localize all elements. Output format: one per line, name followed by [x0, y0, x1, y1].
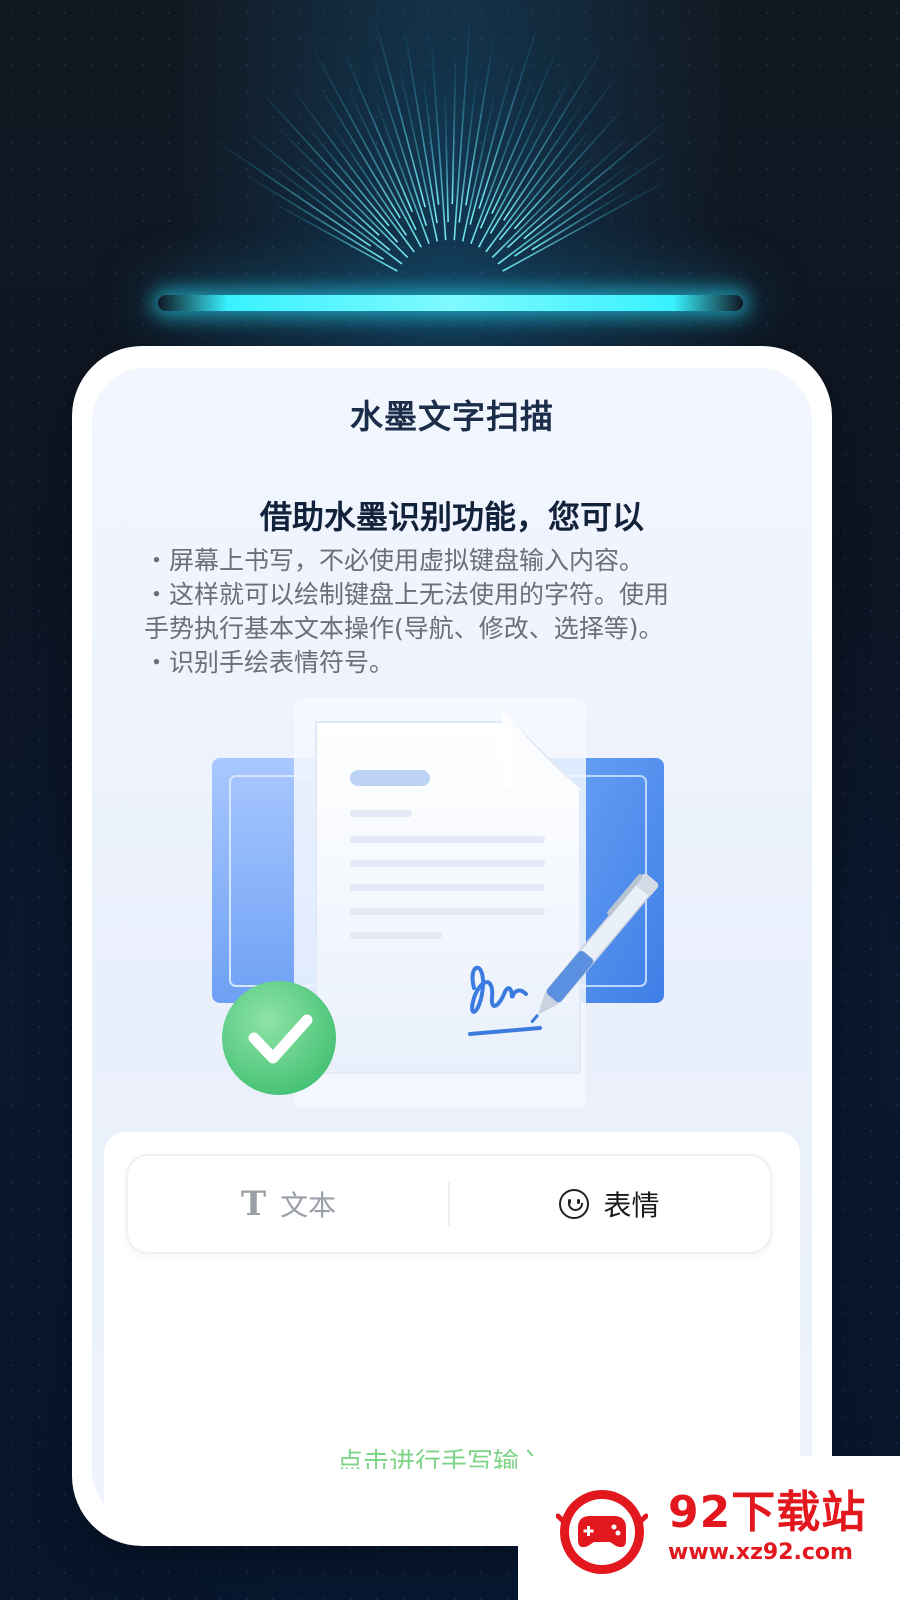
mode-tabs: T 文本 表情	[126, 1154, 772, 1254]
feature-bullet: ・屏幕上书写，不必使用虚拟键盘输入内容。	[144, 546, 645, 575]
light-burst-decoration	[223, 20, 667, 272]
watermark-url: www.xz92.com	[668, 1540, 853, 1565]
smiley-icon	[559, 1189, 590, 1219]
check-icon	[222, 981, 336, 1095]
document-signature-illustration	[212, 698, 664, 1108]
site-watermark: 92下载站 www.xz92.com	[518, 1456, 900, 1600]
feature-bullet: 手势执行基本文本操作(导航、修改、选择等)。	[144, 614, 664, 643]
feature-bullet: ・这样就可以绘制键盘上无法使用的字符。使用	[144, 580, 670, 609]
tab-text[interactable]: T 文本	[128, 1156, 449, 1252]
feature-subtitle: 借助水墨识别功能，您可以	[259, 498, 644, 536]
card-content: 水墨文字扫描 借助水墨识别功能，您可以 ・屏幕上书写，不必使用虚拟键盘输入内容。…	[92, 368, 812, 1524]
tab-text-label: 文本	[280, 1189, 337, 1222]
tab-emoji[interactable]: 表情	[449, 1156, 770, 1252]
feature-bullet: ・识别手绘表情符号。	[144, 648, 395, 677]
text-icon: T	[240, 1184, 267, 1224]
feature-description: ・屏幕上书写，不必使用虚拟键盘输入内容。 ・这样就可以绘制键盘上无法使用的字符。…	[144, 544, 784, 680]
tab-emoji-label: 表情	[603, 1189, 660, 1222]
glow-bar	[158, 295, 743, 311]
ink-scan-card: 水墨文字扫描 借助水墨识别功能，您可以 ・屏幕上书写，不必使用虚拟键盘输入内容。…	[72, 346, 832, 1546]
page-title: 水墨文字扫描	[350, 397, 554, 436]
watermark-name: 92下载站	[668, 1487, 867, 1538]
gamepad-logo-icon	[556, 1490, 648, 1574]
